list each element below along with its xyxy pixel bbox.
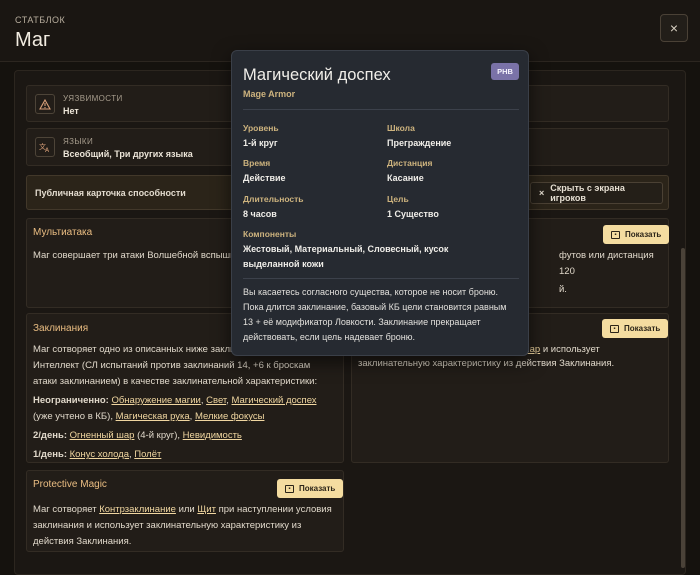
show-button-label: Показать (624, 324, 661, 333)
spell-list-label: 1/день: (33, 449, 67, 460)
spell-duration: 8 часов (243, 209, 277, 219)
translate-icon: 文A (35, 137, 55, 157)
ability-text: Маг сотворяет Контрзаклинание или Щит пр… (33, 502, 345, 550)
spell-level-label: Уровень (243, 123, 279, 133)
spell-note: (4-й круг), (137, 430, 181, 441)
spell-link-minor-illusion[interactable]: Мелкие фокусы (195, 411, 265, 422)
protective-line: Маг сотворяет Контрзаклинание или Щит пр… (33, 502, 345, 518)
ability-text-continued: й. (559, 284, 567, 295)
ability-text: Маг совершает три атаки Волшебной вспышк (33, 250, 235, 261)
spellcasting-text: Маг сотворяет одно из описанных ниже зак… (33, 342, 345, 463)
trait-value: Всеобщий, Три других языка (63, 149, 193, 159)
show-button[interactable]: ▪ Показать (603, 225, 670, 244)
spell-components-label: Компоненты (243, 229, 297, 239)
spell-link-light[interactable]: Свет (206, 395, 226, 406)
spell-level: 1-й круг (243, 138, 278, 148)
protective-line: действия Заклинания. (33, 536, 132, 547)
ability-card-protective-magic: Protective Magic ▪ Показать Маг сотворяе… (26, 470, 344, 552)
spell-link-fly[interactable]: Полёт (134, 449, 161, 460)
spell-time-label: Время (243, 158, 271, 168)
spell-time: Действие (243, 173, 286, 183)
text-part: Маг сотворяет (33, 504, 97, 515)
spellcasting-line: атаки заклинанием) в качестве заклинател… (33, 376, 318, 387)
spell-popover: Магический доспех Mage Armor PHB Уровень… (231, 50, 529, 356)
spell-subtitle: Mage Armor (243, 89, 296, 99)
show-button[interactable]: ▪ Показать (602, 319, 669, 338)
text-part: или (178, 504, 195, 515)
ability-title: Заклинания (33, 323, 89, 334)
spell-link-counterspell[interactable]: Контрзаклинание (99, 504, 176, 515)
spell-description-line: 13 + её модификатор Ловкости. Заклинание… (243, 317, 481, 327)
ability-text-continued: футов или дистанция 120 (559, 250, 654, 277)
spell-school-label: Школа (387, 123, 415, 133)
hide-from-players-button[interactable]: × Скрыть с экрана игроков (530, 182, 663, 204)
display-icon: ▪ (611, 230, 620, 239)
spell-list-at-will-continued: (уже учтено в КБ), Магическая рука, Мелк… (33, 411, 265, 422)
spellcasting-line: Интеллект (СЛ испытаний против заклинани… (33, 360, 311, 371)
spell-link-fireball[interactable]: Огненный шар (70, 430, 135, 441)
spell-target-label: Цель (387, 194, 409, 204)
show-button-label: Показать (299, 484, 336, 493)
spell-link-detect-magic[interactable]: Обнаружение магии (111, 395, 200, 406)
ability-text-part: и использует (542, 344, 600, 355)
spell-list-at-will: Неограниченно: Обнаружение магии, Свет, … (33, 395, 317, 406)
page-title: Маг (15, 29, 51, 51)
spell-school: Преграждение (387, 138, 452, 148)
ability-title: Protective Magic (33, 479, 107, 490)
trait-label: ЯЗЫКИ (63, 137, 94, 146)
trait-label: УЯЗВИМОСТИ (63, 94, 123, 103)
scrollbar[interactable] (681, 248, 685, 568)
spell-components: Жестовый, Материальный, Словесный, кусок (243, 244, 449, 254)
spell-description-line: действовать, если цель надевает броню. (243, 332, 416, 342)
spell-link-shield[interactable]: Щит (197, 504, 216, 515)
spell-link-invisibility[interactable]: Невидимость (183, 430, 242, 441)
spell-description-line: Вы касаетесь согласного существа, которо… (243, 287, 499, 297)
close-button[interactable]: × (660, 14, 688, 42)
display-icon: ▪ (610, 324, 619, 333)
trait-value: Нет (63, 106, 79, 116)
warning-icon (35, 94, 55, 114)
spell-link-cone-of-cold[interactable]: Конус холода (70, 449, 129, 460)
spell-components-continued: выделанной кожи (243, 259, 324, 269)
source-badge: PHB (491, 63, 519, 80)
public-card-label: Публичная карточка способности (35, 188, 186, 198)
spell-list-1-per-day: 1/день: Конус холода, Полёт (33, 449, 162, 460)
show-button-label: Показать (625, 230, 662, 239)
divider (243, 278, 519, 279)
hide-from-players-label: Скрыть с экрана игроков (550, 183, 625, 203)
protective-line: заклинания и использует заклинательную х… (33, 520, 302, 531)
spell-link-mage-armor[interactable]: Магический доспех (232, 395, 317, 406)
spell-duration-label: Длительность (243, 194, 304, 204)
spell-target: 1 Существо (387, 209, 439, 219)
close-icon: × (539, 188, 545, 198)
divider (243, 109, 519, 110)
spell-note: (уже учтено в КБ), (33, 411, 113, 422)
ability-text: заклинательную характеристику из действи… (358, 358, 615, 369)
close-icon: × (669, 20, 679, 36)
spell-description: Вы касаетесь согласного существа, которо… (243, 285, 521, 345)
spell-range: Касание (387, 173, 424, 183)
spell-list-label: 2/день: (33, 430, 67, 441)
spell-link-mage-hand[interactable]: Магическая рука (116, 411, 190, 422)
svg-text:A: A (45, 147, 50, 153)
text-part: при наступлении условия (218, 504, 332, 515)
spell-list-label: Неограниченно: (33, 395, 109, 406)
display-icon: ▪ (285, 484, 294, 493)
spell-title: Магический доспех (243, 66, 391, 84)
show-button[interactable]: ▪ Показать (277, 479, 344, 498)
spell-description-line: Пока длится заклинание, базовый КБ цели … (243, 302, 507, 312)
spell-list-2-per-day: 2/день: Огненный шар (4-й круг), Невидим… (33, 428, 345, 444)
ability-title: Мультиатака (33, 227, 93, 238)
header-overline: СТАТБЛОК (15, 15, 66, 25)
spell-range-label: Дистанция (387, 158, 433, 168)
